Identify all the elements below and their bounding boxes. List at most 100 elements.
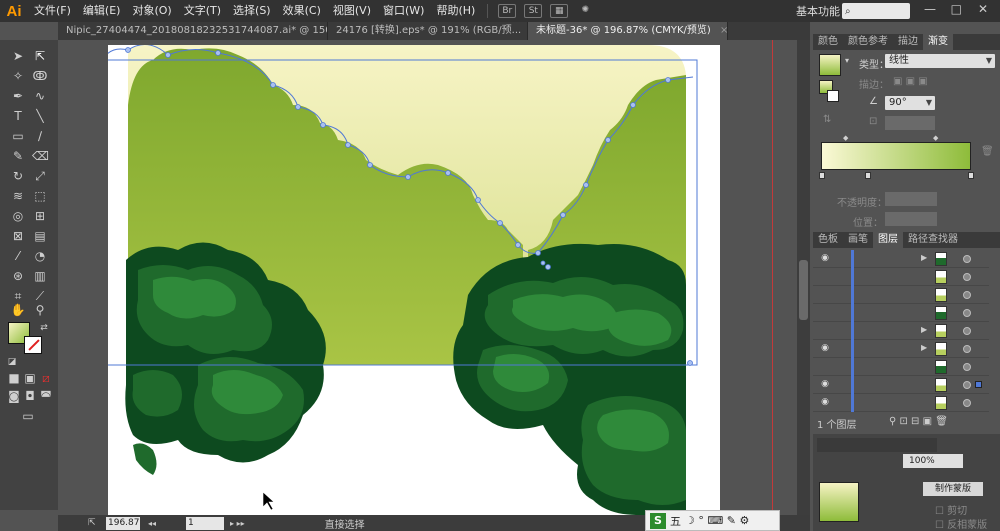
expand-arrow-icon[interactable]: ▶: [921, 253, 927, 262]
tab-color[interactable]: 颜色: [813, 34, 843, 50]
make-mask-button[interactable]: 制作蒙版: [923, 482, 983, 496]
visibility-eye-icon[interactable]: [819, 289, 831, 299]
close-button[interactable]: ✕: [978, 2, 988, 16]
visibility-eye-icon[interactable]: ◉: [819, 253, 831, 263]
menu-view[interactable]: 视图(V): [327, 0, 377, 22]
expand-arrow-icon[interactable]: ▶: [921, 343, 927, 352]
visibility-eye-icon[interactable]: ◉: [819, 397, 831, 407]
midpoint-diamond-icon[interactable]: ◆: [843, 134, 848, 142]
gpu-performance-icon[interactable]: ✺: [576, 4, 594, 18]
hand-tool-icon[interactable]: ✋: [10, 302, 26, 318]
line-tool-icon[interactable]: ╲: [32, 108, 48, 124]
blend-tool-icon[interactable]: ◔: [32, 248, 48, 264]
menu-edit[interactable]: 编辑(E): [77, 0, 127, 22]
selection-tool-icon[interactable]: ➤: [10, 48, 26, 64]
rectangle-tool-icon[interactable]: ▭: [10, 128, 26, 144]
layer-row[interactable]: [813, 304, 989, 322]
menu-select[interactable]: 选择(S): [227, 0, 277, 22]
layer-row[interactable]: ◉ ▶: [813, 250, 989, 268]
gradient-tool-icon[interactable]: ▤: [32, 228, 48, 244]
midpoint-diamond-icon[interactable]: ◆: [933, 134, 938, 142]
paintbrush-icon[interactable]: ∕: [32, 128, 48, 144]
zoom-level-field[interactable]: 196.87: [106, 516, 140, 530]
expand-arrow-icon[interactable]: ▶: [921, 325, 927, 334]
tab-brushes[interactable]: 画笔: [843, 232, 873, 248]
visibility-eye-icon[interactable]: [819, 307, 831, 317]
gradient-stop-start[interactable]: [819, 172, 825, 179]
layer-row[interactable]: [813, 268, 989, 286]
visibility-eye-icon[interactable]: [819, 361, 831, 371]
trash-icon[interactable]: 🗑: [981, 146, 994, 157]
menu-effect[interactable]: 效果(C): [277, 0, 327, 22]
symbol-sprayer-icon[interactable]: ⊛: [10, 268, 26, 284]
layer-tools-icons[interactable]: ⚲ ⊡ ⊟ ▣ 🗑: [889, 416, 948, 427]
tab-gradient[interactable]: 渐变: [923, 34, 953, 50]
tab-pathfinder[interactable]: 路径查找器: [903, 232, 963, 248]
gradient-stop-mid[interactable]: [865, 172, 871, 179]
menu-type[interactable]: 文字(T): [178, 0, 227, 22]
artboard[interactable]: [95, 44, 720, 515]
scale-tool-icon[interactable]: ⤢: [32, 168, 48, 184]
none-mode-icon[interactable]: ⧄: [38, 370, 54, 386]
curvature-tool-icon[interactable]: ∿: [32, 88, 48, 104]
menu-file[interactable]: 文件(F): [28, 0, 77, 22]
target-circle-icon[interactable]: [963, 345, 971, 353]
type-tool-icon[interactable]: T: [10, 108, 26, 124]
draw-inside-icon[interactable]: ◚: [38, 388, 54, 404]
default-colors-icon[interactable]: ◪: [4, 354, 20, 370]
gradient-preview-swatch[interactable]: [819, 54, 841, 76]
pen-tool-icon[interactable]: ✒: [10, 88, 26, 104]
rotate-tool-icon[interactable]: ↻: [10, 168, 26, 184]
reverse-gradient-icon[interactable]: ⇅: [823, 114, 831, 125]
maximize-button[interactable]: □: [951, 2, 962, 16]
layer-row[interactable]: [813, 286, 989, 304]
shape-builder-icon[interactable]: ◎: [10, 208, 26, 224]
opacity-percent-field[interactable]: 100%: [903, 454, 963, 468]
eyedropper-icon[interactable]: ⁄: [10, 248, 26, 264]
perspective-grid-icon[interactable]: ⊞: [32, 208, 48, 224]
invert-mask-checkbox[interactable]: ☐ 反相蒙版: [935, 516, 987, 531]
column-graph-icon[interactable]: ▥: [32, 268, 48, 284]
direct-selection-tool-icon[interactable]: ⇱: [32, 48, 48, 64]
lasso-icon[interactable]: ↂ: [32, 68, 48, 84]
ime-icons[interactable]: ☽ ° ⌨ ✎ ⚙: [685, 514, 749, 527]
stroke-color-swatch[interactable]: [24, 336, 42, 354]
tab-document-3[interactable]: 未标题-36* @ 196.87% (CMYK/预览) ×: [528, 22, 728, 40]
minimize-button[interactable]: —: [924, 2, 936, 16]
page-number-field[interactable]: 1: [186, 516, 225, 530]
arrange-documents-icon[interactable]: ▦: [550, 4, 569, 18]
scrollbar-thumb[interactable]: [799, 260, 808, 320]
zoom-tool-icon[interactable]: ⚲: [32, 302, 48, 318]
visibility-eye-icon[interactable]: ◉: [819, 343, 831, 353]
target-circle-icon[interactable]: [963, 399, 971, 407]
layer-row[interactable]: ▶: [813, 322, 989, 340]
target-circle-icon[interactable]: [963, 273, 971, 281]
canvas-area[interactable]: [58, 40, 810, 515]
workspace-switcher[interactable]: 基本功能: [796, 3, 840, 19]
visibility-eye-icon[interactable]: [819, 325, 831, 335]
angle-field[interactable]: 90° ▼: [885, 96, 935, 110]
draw-behind-icon[interactable]: ◘: [22, 388, 38, 404]
target-circle-icon[interactable]: [963, 327, 971, 335]
gradient-menu-icon[interactable]: ▾: [845, 56, 849, 65]
layer-row[interactable]: [813, 358, 989, 376]
vertical-scrollbar[interactable]: [797, 40, 810, 515]
gradient-mode-icon[interactable]: ▣: [22, 370, 38, 386]
page-first-icon[interactable]: ◂◂: [148, 519, 156, 528]
menu-window[interactable]: 窗口(W): [377, 0, 430, 22]
bridge-icon[interactable]: Br: [498, 4, 517, 18]
tab-layers[interactable]: 图层: [873, 232, 903, 248]
mask-thumbnail[interactable]: [819, 482, 859, 522]
target-circle-icon[interactable]: [963, 381, 971, 389]
tab-document-1[interactable]: Nipic_27404474_20180818232531744087.ai* …: [58, 22, 328, 40]
visibility-eye-icon[interactable]: [819, 271, 831, 281]
color-mode-icon[interactable]: ■: [6, 370, 22, 386]
clip-checkbox[interactable]: ☐ 剪切: [935, 502, 967, 517]
free-transform-icon[interactable]: ⬚: [32, 188, 48, 204]
search-input[interactable]: ⌕: [842, 3, 910, 19]
stock-icon[interactable]: St: [524, 4, 543, 18]
gradient-type-select[interactable]: 线性 ▼: [885, 54, 995, 68]
target-circle-icon[interactable]: [963, 291, 971, 299]
transparency-tab[interactable]: [817, 438, 937, 452]
stroke-gradient-swatch[interactable]: [827, 90, 839, 102]
